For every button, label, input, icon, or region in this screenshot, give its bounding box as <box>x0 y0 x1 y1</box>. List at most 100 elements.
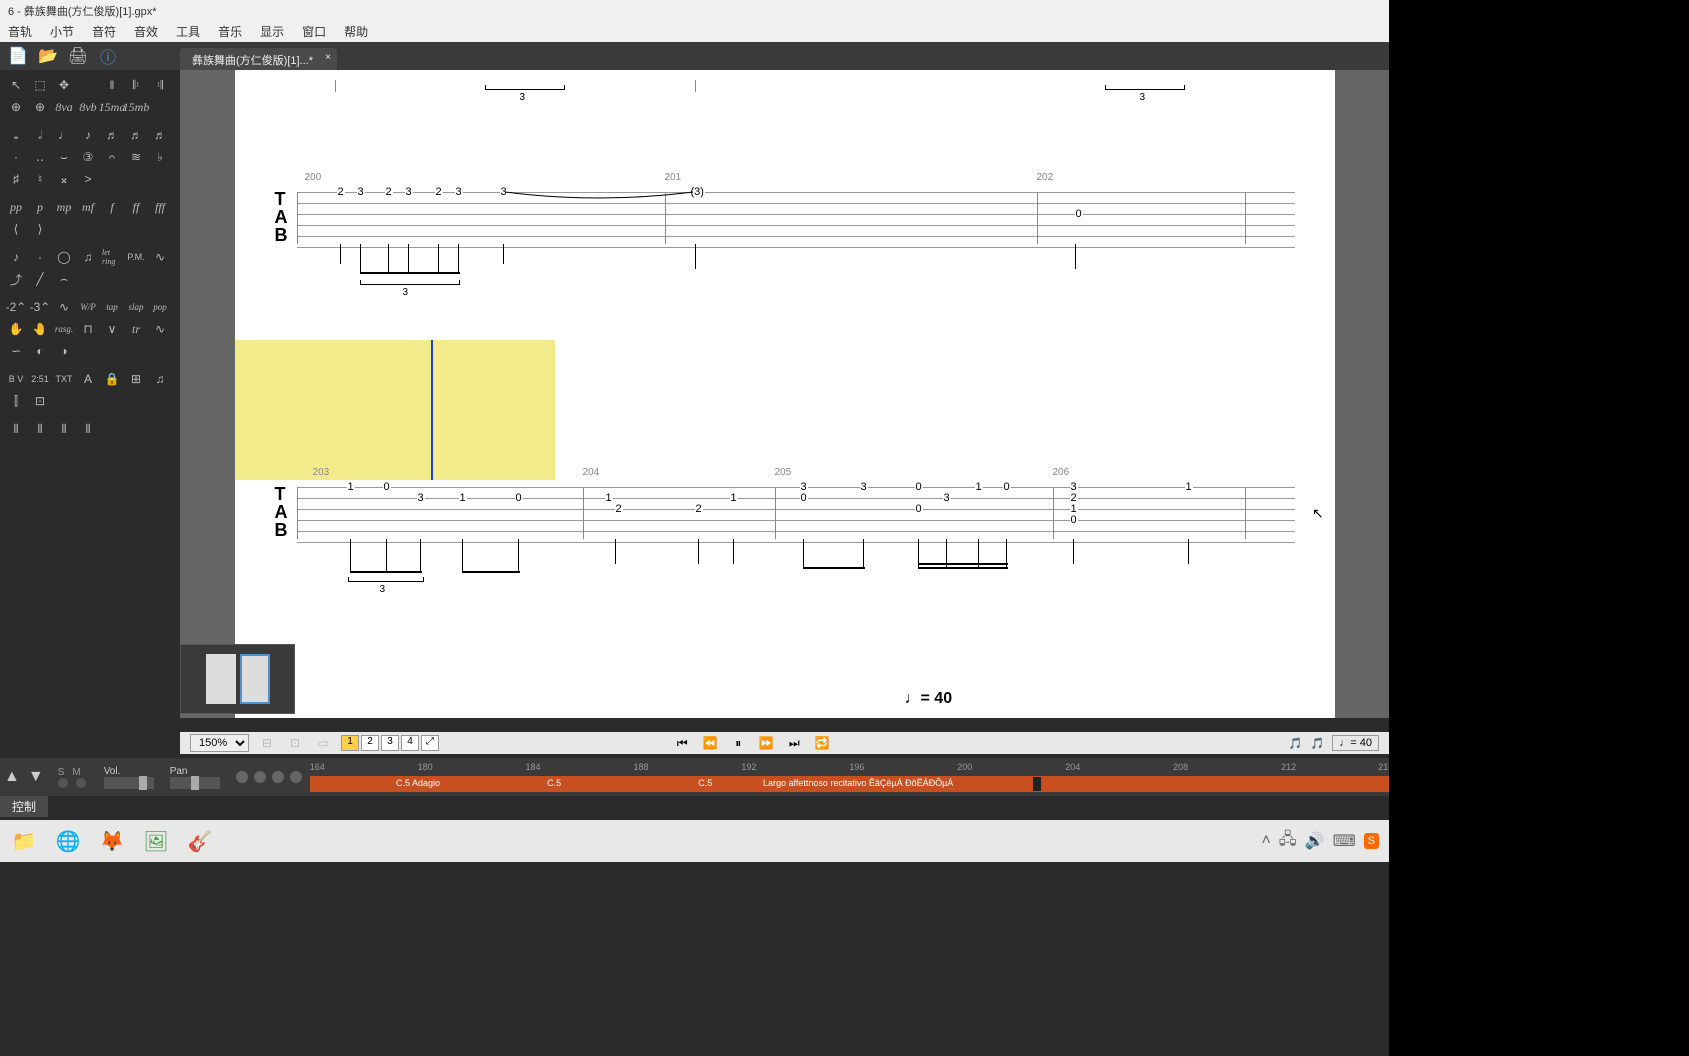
voice-4-button[interactable]: 4 <box>401 735 419 751</box>
tray-expand-icon[interactable]: ˄ <box>1261 832 1270 850</box>
new-file-icon[interactable]: 📄 <box>8 46 28 66</box>
upstroke-icon[interactable]: ⊓ <box>78 320 98 338</box>
solo-button[interactable] <box>58 778 68 788</box>
tray-ime-icon[interactable]: ⌨ <box>1333 831 1356 851</box>
txt-icon[interactable]: TXT <box>54 370 74 388</box>
15ma-icon[interactable]: 15ma <box>102 98 122 116</box>
image-viewer-icon[interactable]: 🖼 <box>142 827 170 855</box>
pop-icon[interactable]: pop <box>150 298 170 316</box>
tray-sogou-icon[interactable]: S <box>1364 833 1379 849</box>
tab-note[interactable]: 0 <box>515 492 523 504</box>
ottava-icon[interactable]: 8va <box>54 98 74 116</box>
document-tab[interactable]: 彝族舞曲(方仁俊版)[1]...* × <box>180 48 337 70</box>
tab-note[interactable]: 1 <box>1185 481 1193 493</box>
menu-track[interactable]: 音轨 <box>8 23 32 39</box>
go-start-button[interactable]: ⏮ <box>670 734 694 752</box>
browser-icon[interactable]: 🌐 <box>54 827 82 855</box>
tab-note[interactable]: 0 <box>1075 208 1083 220</box>
wp-icon[interactable]: W/P <box>78 298 98 316</box>
mute-button[interactable] <box>76 778 86 788</box>
tray-volume-icon[interactable]: 🔊 <box>1305 831 1325 851</box>
menu-effect[interactable]: 音效 <box>134 23 158 39</box>
wah2-icon[interactable]: ◑ <box>54 342 74 360</box>
tr-icon[interactable]: tr <box>126 320 146 338</box>
harmonic3-icon[interactable]: -3⌃ <box>30 298 50 316</box>
text-box-icon[interactable]: A <box>78 370 98 388</box>
accent-icon[interactable]: > <box>78 170 98 188</box>
time-sig-icon[interactable]: ⊕ <box>6 98 26 116</box>
voice-2-button[interactable]: 2 <box>361 735 379 751</box>
dot-icon[interactable]: · <box>6 148 26 166</box>
whole-note-icon[interactable]: 𝅝 <box>6 126 26 144</box>
harmonic-wave-icon[interactable]: ∿ <box>54 298 74 316</box>
tab-note[interactable]: 3 <box>943 492 951 504</box>
barline-icon[interactable]: ‖ <box>102 76 122 94</box>
downstroke-icon[interactable]: ∨ <box>102 320 122 338</box>
vu1-icon[interactable]: ⦀ <box>6 420 26 438</box>
menu-window[interactable]: 窗口 <box>302 23 326 39</box>
tab-note[interactable]: 0 <box>915 481 923 493</box>
move-tool-icon[interactable]: ✥ <box>54 76 74 94</box>
menu-view[interactable]: 显示 <box>260 23 284 39</box>
voice-1-button[interactable]: 1 <box>341 735 359 751</box>
tempo-display[interactable]: ♩= 40 <box>1332 735 1379 751</box>
tab-note[interactable]: 1 <box>459 492 467 504</box>
cursor-tool-icon[interactable]: ↖ <box>6 76 26 94</box>
harmonic2-icon[interactable]: -2⌃ <box>6 298 26 316</box>
eq-knob-1[interactable] <box>236 771 248 783</box>
ottavb-icon[interactable]: 8vb <box>78 98 98 116</box>
mf-icon[interactable]: mf <box>78 198 98 216</box>
let-ring-icon[interactable]: let ring <box>102 248 122 266</box>
wah-icon[interactable]: ◐ <box>30 342 50 360</box>
menu-note[interactable]: 音符 <box>92 23 116 39</box>
pan-slider[interactable] <box>170 777 220 789</box>
tab-note[interactable]: 2 <box>385 186 393 198</box>
close-tab-icon[interactable]: × <box>325 52 331 63</box>
ghost-note-icon[interactable]: ◯ <box>54 248 74 266</box>
lock-icon[interactable]: 🔒 <box>102 370 122 388</box>
timeline-cursor[interactable] <box>1033 777 1041 791</box>
natural-icon[interactable]: ♮ <box>30 170 50 188</box>
vu2-icon[interactable]: ⦀ <box>30 420 50 438</box>
menu-sound[interactable]: 音乐 <box>218 23 242 39</box>
beam-icon[interactable]: ⫿ <box>6 392 26 410</box>
print-icon[interactable]: 🖨 <box>68 46 88 66</box>
vibrato-icon[interactable]: ∿ <box>150 248 170 266</box>
clef-icon[interactable]: ⊕ <box>30 98 50 116</box>
note64-icon[interactable]: ♬ <box>150 126 170 144</box>
crescendo-icon[interactable]: ⟨ <box>6 220 26 238</box>
metronome-icon[interactable]: 🎵 <box>1289 737 1303 750</box>
control-panel-label[interactable]: 控制 <box>0 796 48 817</box>
tab-note[interactable]: 1 <box>730 492 738 504</box>
quarter-note-icon[interactable]: ♩ <box>54 126 74 144</box>
eighth-note-icon[interactable]: ♪ <box>78 126 98 144</box>
chord-icon[interactable]: ⊞ <box>126 370 146 388</box>
tab-note[interactable]: 3 <box>417 492 425 504</box>
loop-button[interactable]: 🔁 <box>810 734 834 752</box>
layout-page-icon[interactable]: ▭ <box>313 734 333 752</box>
slide-icon[interactable]: ╱ <box>30 270 50 288</box>
tab-note[interactable]: 3 <box>455 186 463 198</box>
tab-note[interactable]: 0 <box>800 492 808 504</box>
score-viewport[interactable]: 3 3 TAB 200 201 202 2 3 2 3 <box>180 70 1389 718</box>
voice-icon[interactable]: ⊡ <box>30 392 50 410</box>
pp-icon[interactable]: pp <box>6 198 26 216</box>
page-thumbnail[interactable] <box>206 654 236 704</box>
track-region[interactable]: C.5 Adagio C.5 C.5 Largo affettnoso reci… <box>310 776 1389 792</box>
select-tool-icon[interactable]: ⬚ <box>30 76 50 94</box>
tab-note[interactable]: 2 <box>435 186 443 198</box>
decrescendo-icon[interactable]: ⟩ <box>30 220 50 238</box>
tab-note[interactable]: 2 <box>695 503 703 515</box>
tremolo-icon[interactable]: ♫ <box>78 248 98 266</box>
tie-icon[interactable]: ⌣ <box>54 148 74 166</box>
triplet-icon[interactable]: ③ <box>78 148 98 166</box>
timeline[interactable]: 164 180 184 188 192 196 200 204 208 212 … <box>310 762 1389 792</box>
tray-network-icon[interactable]: 🖧 <box>1279 828 1297 855</box>
hammer-icon[interactable]: ⌢ <box>54 270 74 288</box>
voice-3-button[interactable]: 3 <box>381 735 399 751</box>
turn-icon[interactable]: ∽ <box>6 342 26 360</box>
volume-slider[interactable] <box>104 777 154 789</box>
page-thumbnail-active[interactable] <box>240 654 270 704</box>
p-icon[interactable]: p <box>30 198 50 216</box>
eq-knob-3[interactable] <box>272 771 284 783</box>
